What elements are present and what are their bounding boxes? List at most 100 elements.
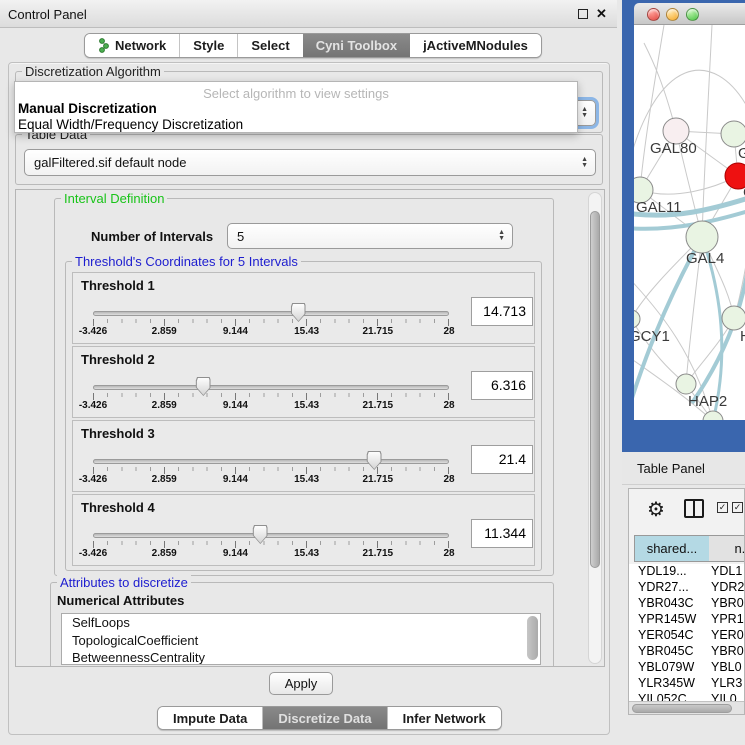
table-hscrollbar-thumb[interactable] [632, 704, 732, 713]
tab-select[interactable]: Select [237, 34, 302, 57]
network-node[interactable] [686, 221, 718, 253]
tab-infer-network[interactable]: Infer Network [387, 707, 501, 729]
slider-track[interactable] [93, 385, 449, 390]
table-row[interactable]: YBR045CYBR0 [629, 644, 745, 660]
table-row[interactable]: YLR345WYLR3 [629, 676, 745, 692]
settings-scrollbar[interactable] [588, 192, 602, 664]
top-tab-bar: Network Style Select Cyni Toolbox jActiv… [84, 33, 542, 58]
dropdown-option-equal-width[interactable]: Equal Width/Frequency Discretization [15, 117, 577, 133]
network-window: GAL80G.CGAL11GAL4GCY1HHAP2 [622, 0, 745, 452]
network-graph: GAL80G.CGAL11GAL4GCY1HHAP2 [634, 25, 745, 420]
network-node[interactable] [634, 310, 640, 328]
tab-network[interactable]: Network [85, 34, 179, 57]
edge[interactable] [640, 25, 664, 190]
interval-definition-group: Interval Definition Number of Intervals … [54, 198, 554, 576]
settings-scroll-panel: Interval Definition Number of Intervals … [15, 189, 605, 667]
apply-button[interactable]: Apply [269, 672, 333, 695]
table-row[interactable]: YBL079WYBL0 [629, 660, 745, 676]
bottom-tab-bar: Impute Data Discretize Data Infer Networ… [157, 706, 502, 730]
threshold-value-box[interactable]: 11.344 [471, 519, 533, 548]
number-of-intervals-spinner[interactable]: 5 ▲▼ [227, 223, 513, 249]
table-row[interactable]: YBR043CYBR0 [629, 596, 745, 612]
slider-track[interactable] [93, 459, 449, 464]
table-panel-title: Table Panel [622, 452, 745, 485]
threshold-value-box[interactable]: 21.4 [471, 445, 533, 474]
thresholds-group: Threshold's Coordinates for 5 Intervals … [65, 261, 542, 571]
table-row[interactable]: YDR27...YDR2 [629, 580, 745, 596]
checkbox-icon[interactable]: ✓ [717, 502, 728, 513]
settings-scrollbar-thumb[interactable] [590, 211, 600, 568]
slider-track[interactable] [93, 311, 449, 316]
network-node[interactable] [722, 306, 745, 330]
network-node[interactable] [725, 163, 745, 189]
table-row[interactable]: YIL052CYIL0 [629, 692, 745, 701]
attribute-item[interactable]: BetweennessCentrality [62, 649, 540, 665]
slider-scale-labels: -3.4262.8599.14415.4321.71528 [93, 400, 449, 412]
minimize-traffic-light-icon[interactable] [666, 8, 679, 21]
slider-scale-labels: -3.4262.8599.14415.4321.71528 [93, 474, 449, 486]
table-data-selected-value: galFiltered.sif default node [34, 155, 186, 170]
columns-icon[interactable] [684, 499, 704, 518]
column-header-name[interactable]: n... [709, 535, 745, 562]
node-label: GAL80 [650, 140, 697, 157]
float-window-icon[interactable] [578, 9, 588, 19]
slider-scale-labels: -3.4262.8599.14415.4321.71528 [93, 326, 449, 338]
network-node[interactable] [703, 411, 723, 420]
tab-cyni-toolbox[interactable]: Cyni Toolbox [303, 34, 410, 57]
attributes-list-scrollbar[interactable] [527, 616, 538, 660]
attributes-group: Attributes to discretize Numerical Attri… [50, 582, 554, 667]
edge[interactable] [702, 25, 712, 237]
table-row[interactable]: YPR145WYPR1 [629, 612, 745, 628]
slider-track[interactable] [93, 533, 449, 538]
dropdown-option-manual-discretization[interactable]: Manual Discretization [15, 101, 577, 117]
interval-definition-group-title: Interval Definition [61, 191, 167, 206]
number-of-intervals-value: 5 [237, 229, 244, 244]
right-region: GAL80G.CGAL11GAL4GCY1HHAP2 Table Panel ⚙… [622, 0, 745, 745]
node-label: G. [738, 145, 745, 162]
zoom-traffic-light-icon[interactable] [686, 8, 699, 21]
gear-icon[interactable]: ⚙ [647, 497, 665, 522]
numerical-attributes-label: Numerical Attributes [57, 593, 184, 608]
threshold-value-box[interactable]: 6.316 [471, 371, 533, 400]
tab-network-label: Network [115, 38, 166, 53]
table-horizontal-scrollbar[interactable] [629, 701, 745, 715]
node-label: H [740, 328, 745, 345]
checkbox-icon[interactable]: ✓ [732, 502, 743, 513]
tab-discretize-data[interactable]: Discretize Data [262, 707, 386, 729]
algorithm-placeholder: Select algorithm to view settings [15, 86, 577, 101]
cyni-toolbox-panel: Discretization Algorithm ▲▼ Table Data g… [8, 62, 610, 735]
tab-style[interactable]: Style [179, 34, 237, 57]
discretization-algorithm-group-title: Discretization Algorithm [22, 64, 164, 79]
network-node[interactable] [721, 121, 745, 147]
slider-ticks [93, 467, 450, 474]
tab-jactivemnodules[interactable]: jActiveMNodules [410, 34, 541, 57]
control-panel: Control Panel ✕ Network Style Select Cyn… [0, 0, 622, 745]
threshold-row: Threshold 2 -3.4262.8599.14415.4321.7152… [72, 346, 535, 418]
close-icon[interactable]: ✕ [596, 6, 607, 22]
network-window-frame: GAL80G.CGAL11GAL4GCY1HHAP2 [634, 3, 745, 420]
tab-impute-data[interactable]: Impute Data [158, 707, 262, 729]
combo-arrows-icon: ▲▼ [581, 107, 588, 119]
attribute-item[interactable]: SelfLoops [62, 614, 540, 632]
slider-scale-labels: -3.4262.8599.14415.4321.71528 [93, 548, 449, 560]
table-data-combobox[interactable]: galFiltered.sif default node ▲▼ [24, 149, 596, 176]
attribute-item[interactable]: TopologicalCoefficient [62, 632, 540, 650]
network-node[interactable] [676, 374, 696, 394]
threshold-row: Threshold 3 -3.4262.8599.14415.4321.7152… [72, 420, 535, 492]
table-row[interactable]: YER054CYER0 [629, 628, 745, 644]
combo-arrows-icon: ▲▼ [581, 157, 588, 169]
close-traffic-light-icon[interactable] [647, 8, 660, 21]
column-header-shared[interactable]: shared... [634, 535, 710, 562]
table-rows: YDL19...YDL1YDR27...YDR2YBR043CYBR0YPR14… [629, 564, 745, 701]
threshold-row: Threshold 4 -3.4262.8599.14415.4321.7152… [72, 494, 535, 566]
network-icon [98, 38, 110, 53]
thresholds-group-title: Threshold's Coordinates for 5 Intervals [72, 254, 301, 269]
algorithm-dropdown-list: Select algorithm to view settings Manual… [14, 81, 578, 133]
table-data-group: Table Data galFiltered.sif default node … [15, 134, 603, 185]
network-canvas[interactable]: GAL80G.CGAL11GAL4GCY1HHAP2 [634, 25, 745, 420]
threshold-value-box[interactable]: 14.713 [471, 297, 533, 326]
table-toolbar: ⚙ ✓ ✓ [629, 489, 745, 533]
table-row[interactable]: YDL19...YDL1 [629, 564, 745, 580]
numerical-attributes-list[interactable]: SelfLoopsTopologicalCoefficientBetweenne… [61, 613, 541, 665]
network-window-titlebar[interactable] [634, 3, 745, 25]
